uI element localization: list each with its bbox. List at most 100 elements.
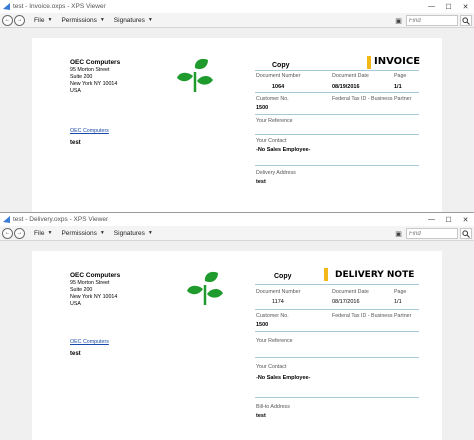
title-accent-bar (324, 268, 328, 281)
maximize-icon[interactable]: ☐ (440, 213, 457, 226)
permissions-menu-label: Permissions (61, 229, 97, 237)
page-number: 1/1 (394, 299, 402, 305)
minimize-icon[interactable]: — (423, 213, 440, 226)
dropdown-arrow-icon: ▼ (47, 17, 53, 23)
address-city: New York NY 10014 (70, 81, 118, 87)
signatures-menu[interactable]: Signatures ▼ (114, 17, 153, 24)
document-title: INVOICE (374, 56, 421, 67)
customer-no-label: Customer No. (256, 96, 289, 102)
leaf-logo-icon (177, 58, 213, 92)
xps-viewer-window-delivery: test - Delivery.oxps - XPS Viewer — ☐ ✕ … (0, 212, 474, 440)
address-suite: Suite 200 (70, 74, 93, 80)
your-reference-label: Your Reference (256, 338, 293, 344)
forward-button[interactable]: → (14, 14, 25, 26)
back-button[interactable]: ← (2, 227, 13, 239)
file-menu-label: File (34, 229, 45, 237)
toolbar: ← → File▼ Permissions▼ Signatures▼ ▣ ⎙ ⌕… (0, 226, 474, 241)
find-button[interactable] (460, 228, 472, 239)
your-contact-label: Your Contact (256, 138, 287, 144)
company-link[interactable]: OEC Computers (70, 128, 109, 134)
document-number-label: Document Number (256, 73, 301, 79)
file-menu[interactable]: File ▼ (34, 17, 52, 24)
dropdown-arrow-icon: ▼ (99, 17, 105, 23)
bill-to-address-label: Bill-to Address (256, 404, 290, 410)
document-date: 08/19/2016 (332, 84, 360, 90)
divider (255, 309, 419, 310)
xps-app-icon (3, 216, 10, 223)
your-contact-label: Your Contact (256, 364, 287, 370)
document-page: OEC Computers 95 Morton Street Suite 200… (32, 251, 442, 440)
divider (255, 70, 419, 71)
document-page: OEC Computers 95 Morton Street Suite 200… (32, 38, 442, 212)
document-date-label: Document Date (332, 289, 369, 295)
title-bar[interactable]: test - Invoice.oxps - XPS Viewer — ☐ ✕ (0, 0, 474, 13)
document-date-label: Document Date (332, 73, 369, 79)
divider (255, 92, 419, 93)
minimize-icon[interactable]: — (423, 0, 440, 13)
divider (255, 114, 419, 115)
divider (255, 284, 419, 285)
document-number: 1064 (272, 84, 285, 90)
arrow-left-icon: ← (4, 230, 11, 236)
title-bar[interactable]: test - Delivery.oxps - XPS Viewer — ☐ ✕ (0, 213, 474, 226)
signatures-menu-label: Signatures (113, 16, 145, 24)
title-accent-bar (367, 56, 371, 69)
permissions-menu[interactable]: Permissions ▼ (61, 17, 104, 24)
arrow-right-icon: → (16, 17, 23, 23)
delivery-address-label: Delivery Address (256, 170, 296, 176)
signatures-menu-label: Signatures (113, 229, 145, 237)
find-input[interactable] (406, 15, 458, 26)
xps-app-icon (3, 3, 10, 10)
leaf-logo-icon (187, 271, 223, 305)
toolbar: ← → File▼ Permissions▼ Signatures▼ ▣ ⎙ ⌕… (0, 13, 474, 28)
find-input[interactable] (406, 228, 458, 239)
company-name: OEC Computers (70, 272, 121, 279)
your-contact: -No Sales Employee- (256, 375, 311, 381)
window-title: test - Delivery.oxps - XPS Viewer (13, 216, 109, 223)
document-title: DELIVERY NOTE (335, 270, 415, 280)
dropdown-arrow-icon: ▼ (47, 230, 53, 236)
divider (255, 357, 419, 358)
company-address: OEC Computers 95 Morton Street Suite 200… (70, 271, 120, 308)
forward-button[interactable]: → (14, 227, 25, 239)
permissions-menu[interactable]: Permissions ▼ (61, 230, 104, 237)
your-reference-label: Your Reference (256, 118, 293, 124)
close-icon[interactable]: ✕ (457, 213, 474, 226)
company-address: OEC Computers 95 Morton Street Suite 200… (70, 58, 120, 95)
page-label: Page (394, 73, 407, 79)
address-suite: Suite 200 (70, 287, 93, 293)
customer-no-label: Customer No. (256, 313, 289, 319)
bill-to-address: test (256, 413, 266, 419)
divider (255, 134, 419, 135)
search-icon (462, 229, 470, 238)
page-label: Page (394, 289, 407, 295)
federal-tax-id-label: Federal Tax ID - Business Partner (332, 313, 412, 319)
address-street: 95 Morton Street (70, 67, 110, 73)
close-icon[interactable]: ✕ (457, 0, 474, 13)
back-button[interactable]: ← (2, 14, 13, 26)
file-menu[interactable]: File ▼ (34, 230, 52, 237)
company-link[interactable]: OEC Computers (70, 339, 109, 345)
arrow-right-icon: → (16, 230, 23, 236)
search-icon (462, 16, 470, 25)
document-number-label: Document Number (256, 289, 301, 295)
divider (255, 397, 419, 398)
arrow-left-icon: ← (4, 17, 11, 23)
xps-viewer-window-invoice: test - Invoice.oxps - XPS Viewer — ☐ ✕ ←… (0, 0, 474, 212)
dropdown-arrow-icon: ▼ (147, 17, 153, 23)
find-button[interactable] (460, 15, 472, 26)
maximize-icon[interactable]: ☐ (440, 0, 457, 13)
customer-name: test (70, 351, 81, 357)
copy-label: Copy (272, 62, 290, 69)
window-title: test - Invoice.oxps - XPS Viewer (13, 3, 106, 10)
file-menu-label: File (34, 16, 45, 24)
permissions-menu-label: Permissions (61, 16, 97, 24)
signatures-menu[interactable]: Signatures ▼ (114, 230, 153, 237)
page-view-icon[interactable]: ▣ (395, 230, 402, 238)
document-number: 1174 (272, 299, 284, 305)
company-name: OEC Computers (70, 59, 121, 66)
address-city: New York NY 10014 (70, 294, 118, 300)
dropdown-arrow-icon: ▼ (99, 230, 105, 236)
page-view-icon[interactable]: ▣ (395, 17, 402, 25)
customer-no: 1500 (256, 322, 269, 328)
